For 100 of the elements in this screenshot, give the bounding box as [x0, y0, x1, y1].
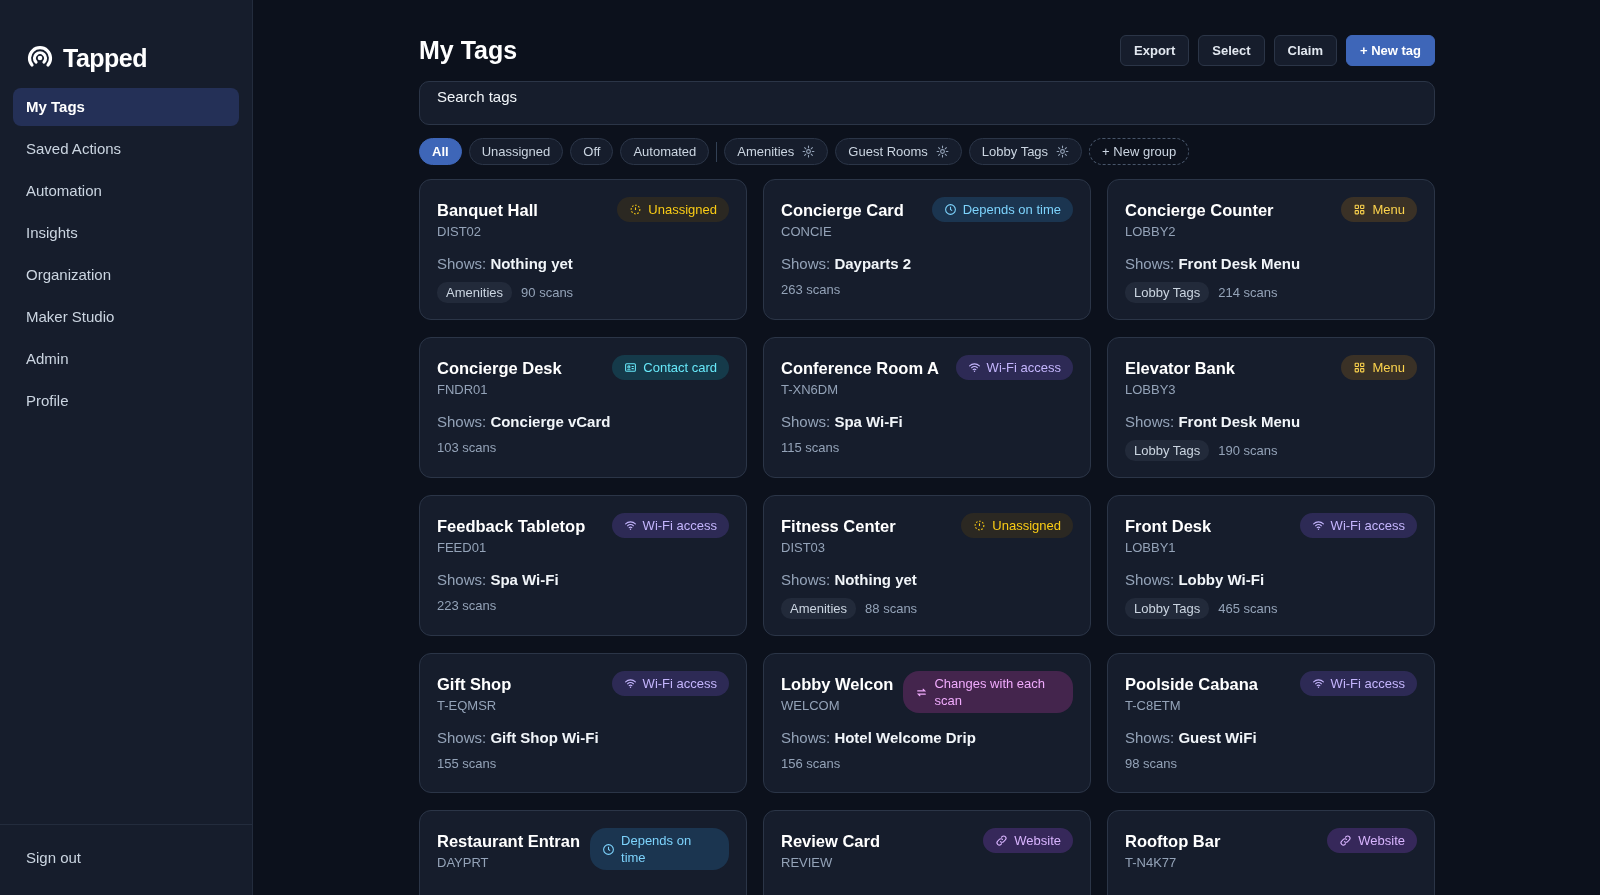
tag-code: DAYPRT [437, 855, 490, 870]
settings-icon[interactable] [935, 145, 949, 158]
new-tag-button[interactable]: + New tag [1345, 35, 1435, 66]
id-card-icon [624, 361, 638, 374]
group-chip[interactable]: Lobby Tags [968, 138, 1083, 165]
tag-name: Conference Room A [781, 358, 939, 378]
tag-card[interactable]: Concierge Counter LOBBY2 Menu Shows: Front Desk Menu Lobby Tags 214 scans [1107, 179, 1435, 320]
tag-card[interactable]: Feedback Tabletop FEED01 Wi-Fi access Shows: Spa Wi-Fi 223 scans [419, 495, 747, 636]
shows-text: Shows: Front Desk Menu [1125, 413, 1302, 430]
tag-code: CONCIE [781, 224, 833, 239]
badge-label: Menu [1372, 201, 1405, 218]
tag-code: FNDR01 [437, 382, 489, 397]
badge-label: Contact card [643, 359, 717, 376]
tag-card[interactable]: Restaurant Entran DAYPRT Depends on time [419, 810, 747, 895]
tag-card[interactable]: Lobby Welcon WELCOM Changes with each scan Shows: Hotel Welcome Drip 156 scans [763, 653, 1091, 793]
tag-code: LOBBY3 [1125, 382, 1177, 397]
badge-label: Website [1358, 832, 1405, 849]
wifi-icon [623, 677, 637, 690]
shows-text: Shows: Nothing yet [437, 255, 574, 272]
sign-out-link[interactable]: Sign out [13, 839, 95, 877]
sidebar-item[interactable]: Automation [13, 172, 239, 210]
tag-code: DIST03 [781, 540, 827, 555]
tag-name: Lobby Welcon [781, 674, 894, 694]
shows-text: Shows: Spa Wi-Fi [437, 571, 560, 588]
toolbar-button[interactable]: Export [1120, 35, 1190, 66]
tag-code: T-N4K77 [1125, 855, 1178, 870]
wifi-icon [967, 361, 981, 374]
tag-card[interactable]: Review Card REVIEW Website [763, 810, 1091, 895]
group-tag: Amenities [437, 282, 513, 303]
tag-name: Front Desk [1125, 516, 1212, 536]
tag-card[interactable]: Gift Shop T-EQMSR Wi-Fi access Shows: Gift Shop Wi-Fi 155 scans [419, 653, 747, 793]
link-icon [1339, 834, 1353, 847]
sidebar-item[interactable]: Maker Studio [13, 298, 239, 336]
group-chip[interactable]: Amenities [724, 138, 829, 165]
badge-label: Depends on time [621, 832, 693, 866]
group-tag: Amenities [781, 598, 857, 619]
tag-name: Concierge Card [781, 200, 904, 220]
badge-label: Website [1014, 832, 1061, 849]
shows-text: Shows: Guest WiFi [1125, 729, 1258, 746]
tag-card[interactable]: Concierge Desk FNDR01 Contact card Shows: Concierge vCard 103 scans [419, 337, 747, 478]
dashed-circle-icon [973, 519, 987, 532]
scan-count: 98 scans [1125, 756, 1178, 771]
group-tag: Lobby Tags [1125, 440, 1210, 461]
clock-icon [943, 203, 957, 216]
filter-chip[interactable]: Unassigned [468, 138, 564, 165]
scan-count: 214 scans [1218, 285, 1278, 300]
wifi-icon [623, 519, 637, 532]
tag-card[interactable]: Concierge Card CONCIE Depends on time Shows: Dayparts 2 263 scans [763, 179, 1091, 320]
toolbar-button[interactable]: Claim [1273, 35, 1337, 66]
tag-code: FEED01 [437, 540, 488, 555]
search-field[interactable]: Search tags [419, 81, 1435, 125]
scan-count: 263 scans [781, 282, 841, 297]
tag-name: Gift Shop [437, 674, 512, 694]
badge-label: Unassigned [648, 201, 717, 218]
filter-chip[interactable]: Off [570, 138, 614, 165]
shows-text: Shows: Front Desk Menu [1125, 255, 1302, 272]
scan-count: 115 scans [781, 440, 840, 455]
settings-icon[interactable] [802, 145, 816, 158]
badge-label: Wi-Fi access [642, 517, 717, 534]
tag-name: Rooftop Bar [1125, 831, 1221, 851]
tag-name: Review Card [781, 831, 881, 851]
sidebar-item[interactable]: Insights [13, 214, 239, 252]
filter-chip[interactable]: Automated [620, 138, 710, 165]
tag-card[interactable]: Poolside Cabana T-C8ETM Wi-Fi access Shows: Guest WiFi 98 scans [1107, 653, 1435, 793]
wifi-icon [1311, 677, 1325, 690]
tag-name: Concierge Counter [1125, 200, 1274, 220]
tag-code: LOBBY2 [1125, 224, 1177, 239]
tag-name: Elevator Bank [1125, 358, 1236, 378]
page-title: My Tags [419, 36, 518, 65]
tag-card[interactable]: Fitness Center DIST03 Unassigned Shows: Nothing yet Amenities 88 scans [763, 495, 1091, 636]
settings-icon[interactable] [1056, 145, 1070, 158]
shows-text: Shows: Hotel Welcome Drip [781, 729, 977, 746]
badge-label: Wi-Fi access [1330, 675, 1405, 692]
tag-code: LOBBY1 [1125, 540, 1177, 555]
group-chip[interactable]: Guest Rooms [835, 138, 962, 165]
sidebar-item[interactable]: Admin [13, 340, 239, 378]
shows-text: Shows: Dayparts 2 [781, 255, 913, 272]
sidebar-item[interactable]: Saved Actions [13, 130, 239, 168]
sidebar-item[interactable]: My Tags [13, 88, 239, 126]
sidebar-item[interactable]: Organization [13, 256, 239, 294]
badge-label: Menu [1372, 359, 1405, 376]
tag-card[interactable]: Banquet Hall DIST02 Unassigned Shows: Nothing yet Amenities 90 scans [419, 179, 747, 320]
toolbar-button[interactable]: Select [1198, 35, 1265, 66]
tag-name: Feedback Tabletop [437, 516, 586, 536]
tag-name: Restaurant Entran [437, 831, 581, 851]
badge-label: Changes with each scan [934, 675, 1047, 709]
shows-text: Shows: Concierge vCard [437, 413, 612, 430]
badge-label: Wi-Fi access [642, 675, 717, 692]
shows-text: Shows: Lobby Wi-Fi [1125, 571, 1266, 588]
wifi-icon [1311, 519, 1325, 532]
tag-card[interactable]: Conference Room A T-XN6DM Wi-Fi access Shows: Spa Wi-Fi 115 scans [763, 337, 1091, 478]
dashed-circle-icon [629, 203, 643, 216]
tag-card[interactable]: Rooftop Bar T-N4K77 Website [1107, 810, 1435, 895]
tag-card[interactable]: Front Desk LOBBY1 Wi-Fi access Shows: Lobby Wi-Fi Lobby Tags 465 scans [1107, 495, 1435, 636]
grid-icon [1353, 203, 1367, 216]
scan-count: 190 scans [1218, 443, 1278, 458]
sidebar-item[interactable]: Profile [13, 382, 239, 420]
tag-card[interactable]: Elevator Bank LOBBY3 Menu Shows: Front Desk Menu Lobby Tags 190 scans [1107, 337, 1435, 478]
filter-chip[interactable]: All [419, 138, 462, 165]
link-icon [995, 834, 1009, 847]
